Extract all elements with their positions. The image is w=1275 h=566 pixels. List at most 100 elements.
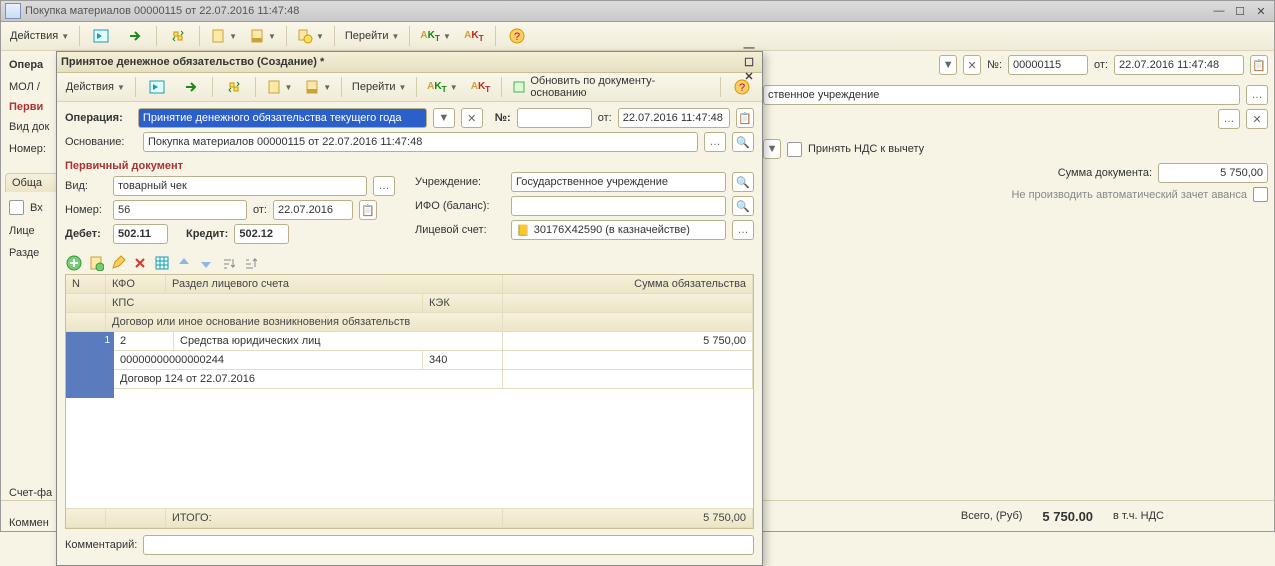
operation-dd-icon[interactable]: ▼ bbox=[433, 108, 455, 128]
nomer-date-field[interactable]: 22.07.2016 bbox=[273, 200, 353, 220]
acct-field[interactable]: 📒30176X42590 (в казначействе) bbox=[511, 220, 726, 240]
sort-desc-icon[interactable] bbox=[241, 254, 259, 272]
outer-num-label: №: bbox=[987, 59, 1002, 71]
modal-help-icon[interactable]: ? bbox=[726, 75, 758, 99]
nomer-field[interactable]: 56 bbox=[113, 200, 247, 220]
nomer-label: Номер: bbox=[65, 204, 107, 216]
goto-menu[interactable]: Перейти▼ bbox=[340, 24, 405, 48]
cell-kps[interactable]: 00000000000000244 bbox=[114, 351, 423, 370]
cell-section[interactable]: Средства юридических лиц bbox=[174, 332, 503, 351]
link-doc-icon[interactable]: ▼ bbox=[292, 24, 329, 48]
modal-refresh-pair-icon[interactable] bbox=[218, 75, 250, 99]
modal-run-icon[interactable] bbox=[141, 75, 173, 99]
vat-check[interactable] bbox=[787, 142, 802, 157]
debit-label: Дебет: bbox=[65, 228, 107, 240]
outer-clear-icon[interactable]: ✕ bbox=[963, 55, 981, 75]
ifo-field[interactable] bbox=[511, 196, 726, 216]
acct-more-icon[interactable]: … bbox=[732, 220, 754, 240]
run-icon[interactable] bbox=[85, 24, 117, 48]
th-section[interactable]: Раздел лицевого счета bbox=[166, 275, 503, 294]
th-sum[interactable]: Сумма обязательства bbox=[503, 275, 753, 294]
nomer-calendar-icon[interactable]: 📋 bbox=[359, 200, 377, 220]
basis-field[interactable]: Покупка материалов 00000115 от 22.07.201… bbox=[143, 132, 698, 152]
grid-icon[interactable] bbox=[153, 254, 171, 272]
actions-menu[interactable]: Действия▼ bbox=[5, 24, 74, 48]
modal-maximize-button[interactable]: ☐ bbox=[740, 55, 758, 69]
table-row[interactable]: 1 2 Средства юридических лиц 5 750,00 00… bbox=[66, 332, 753, 398]
outer-date-field[interactable]: 22.07.2016 11:47:48 bbox=[1114, 55, 1244, 75]
modal-minimize-button[interactable]: — bbox=[740, 41, 758, 55]
th-kek[interactable]: КЭК bbox=[423, 294, 503, 313]
debit-field[interactable]: 502.11 bbox=[113, 224, 168, 244]
row2-more-icon[interactable]: … bbox=[1218, 109, 1240, 129]
akr-red-icon[interactable]: AKT bbox=[458, 24, 490, 48]
row2-clear-icon[interactable]: ✕ bbox=[1246, 109, 1268, 129]
close-button[interactable]: ✕ bbox=[1252, 4, 1270, 18]
arrow-right-icon[interactable] bbox=[119, 24, 151, 48]
outer-from-label: от: bbox=[1094, 59, 1108, 71]
modal-from-label: от: bbox=[598, 112, 612, 124]
th-n[interactable]: N bbox=[66, 275, 106, 294]
modal-doc1-icon[interactable]: ▼ bbox=[261, 75, 298, 99]
type-dd-icon[interactable]: ▼ bbox=[763, 139, 781, 159]
cell-sum[interactable]: 5 750,00 bbox=[503, 332, 753, 351]
outer-dropdown-icon[interactable]: ▼ bbox=[939, 55, 957, 75]
ifo-search-icon[interactable]: 🔍 bbox=[732, 196, 754, 216]
vid-more-icon[interactable]: … bbox=[373, 176, 395, 196]
basis-more-icon[interactable]: … bbox=[704, 132, 726, 152]
th-kfo[interactable]: КФО bbox=[106, 275, 166, 294]
institution-more-icon[interactable]: … bbox=[1246, 85, 1268, 105]
outer-number-field[interactable]: 00000115 bbox=[1008, 55, 1088, 75]
modal-calendar-icon[interactable]: 📋 bbox=[736, 108, 754, 128]
modal-akr-green-icon[interactable]: AKT▼ bbox=[422, 75, 462, 99]
sort-asc-icon[interactable] bbox=[219, 254, 237, 272]
modal-goto-menu[interactable]: Перейти▼ bbox=[347, 75, 411, 99]
modal-num-field[interactable] bbox=[517, 108, 592, 128]
bg-pervi-label: Перви bbox=[9, 101, 43, 113]
ifo-label: ИФО (баланс): bbox=[415, 200, 505, 212]
help-icon[interactable]: ? bbox=[501, 24, 533, 48]
inst-field[interactable]: Государственное учреждение bbox=[511, 172, 726, 192]
comment-field[interactable] bbox=[143, 535, 754, 555]
sum-doc-field[interactable]: 5 750,00 bbox=[1158, 163, 1268, 183]
cell-contract[interactable]: Договор 124 от 22.07.2016 bbox=[114, 370, 503, 389]
no-auto-check[interactable] bbox=[1253, 187, 1268, 202]
modal-akr-red-icon[interactable]: AKT bbox=[464, 75, 496, 99]
up-arrow-icon[interactable] bbox=[175, 254, 193, 272]
doc2-icon[interactable]: ▼ bbox=[244, 24, 281, 48]
operation-label: Операция: bbox=[65, 112, 132, 124]
footer-total-label: Всего, (Руб) bbox=[961, 510, 1023, 522]
modal-actions-menu[interactable]: Действия▼ bbox=[61, 75, 130, 99]
edit-row-icon[interactable] bbox=[109, 254, 127, 272]
add-row-icon[interactable] bbox=[65, 254, 83, 272]
down-arrow-icon[interactable] bbox=[197, 254, 215, 272]
modal-date-field[interactable]: 22.07.2016 11:47:48 bbox=[618, 108, 730, 128]
cell-kfo[interactable]: 2 bbox=[114, 332, 174, 351]
minimize-button[interactable]: — bbox=[1210, 4, 1228, 18]
operation-select[interactable]: Принятие денежного обязательства текущег… bbox=[138, 108, 427, 128]
vid-field[interactable]: товарный чек bbox=[113, 176, 367, 196]
outer-calendar-icon[interactable]: 📋 bbox=[1250, 55, 1268, 75]
modal-arrow-right-icon[interactable] bbox=[175, 75, 207, 99]
th-kps[interactable]: КПС bbox=[106, 294, 423, 313]
doc1-icon[interactable]: ▼ bbox=[205, 24, 242, 48]
modal-doc2-icon[interactable]: ▼ bbox=[299, 75, 336, 99]
obligations-table: N КФО Раздел лицевого счета Сумма обязат… bbox=[65, 274, 754, 529]
cell-kek[interactable]: 340 bbox=[423, 351, 503, 370]
th-contract[interactable]: Договор или иное основание возникновения… bbox=[106, 313, 503, 332]
operation-clear-icon[interactable]: ✕ bbox=[461, 108, 483, 128]
basis-search-icon[interactable]: 🔍 bbox=[732, 132, 754, 152]
clone-row-icon[interactable] bbox=[87, 254, 105, 272]
modal-refresh-button[interactable]: Обновить по документу-основанию bbox=[507, 75, 715, 99]
institution-tail-field[interactable]: ственное учреждение bbox=[763, 85, 1240, 105]
credit-label: Кредит: bbox=[186, 228, 228, 240]
delete-row-icon[interactable] bbox=[131, 254, 149, 272]
bg-vkh-check[interactable] bbox=[9, 200, 24, 215]
inst-search-icon[interactable]: 🔍 bbox=[732, 172, 754, 192]
maximize-button[interactable]: ☐ bbox=[1231, 4, 1249, 18]
vat-check-label: Принять НДС к вычету bbox=[808, 143, 924, 155]
refresh-pair-icon[interactable] bbox=[162, 24, 194, 48]
credit-field[interactable]: 502.12 bbox=[234, 224, 289, 244]
akr-green-icon[interactable]: AKT▼ bbox=[415, 24, 455, 48]
bg-obshcha-tab[interactable]: Обща bbox=[12, 177, 42, 189]
